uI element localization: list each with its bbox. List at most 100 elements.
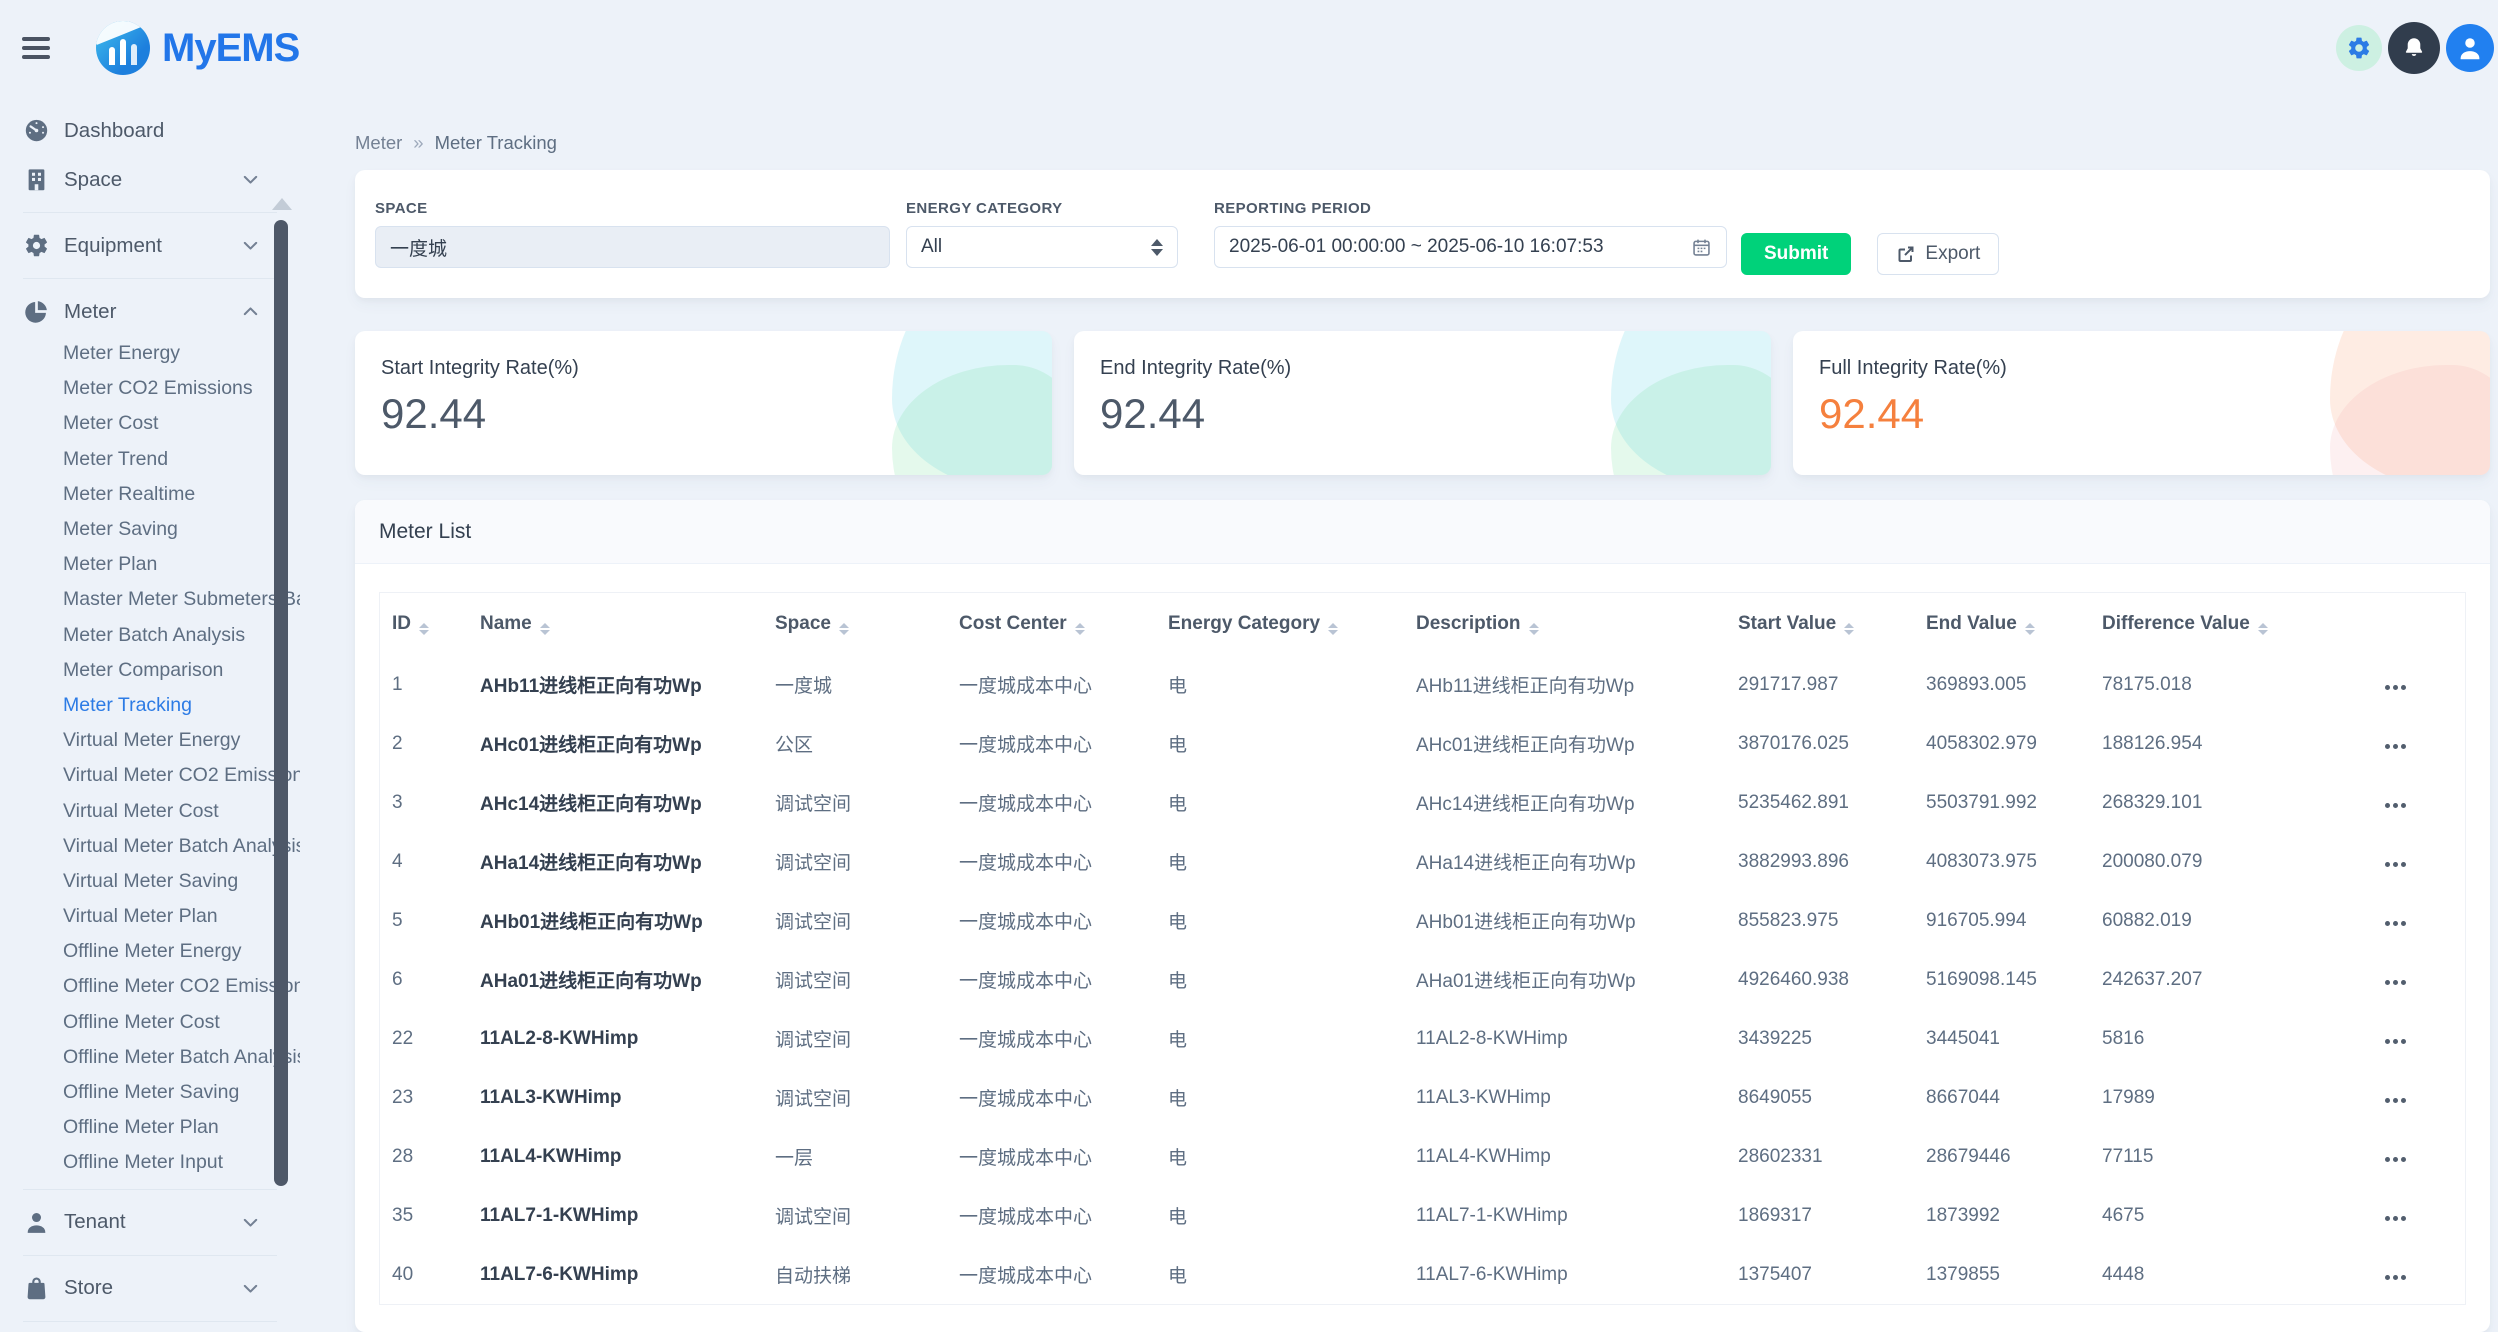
- cell-name: AHc14进线柜正向有功Wp: [468, 773, 763, 832]
- cell-id: 4: [380, 832, 468, 891]
- sidebar-item-label: Meter Plan: [63, 553, 157, 576]
- sidebar-item-virtual-meter-batch-analysis[interactable]: Virtual Meter Batch Analysis: [0, 829, 300, 864]
- column-header-difference-value[interactable]: Difference Value: [2090, 593, 2326, 655]
- column-header-energy-category[interactable]: Energy Category: [1156, 593, 1404, 655]
- space-input-value: 一度城: [390, 234, 447, 261]
- cell-name: 11AL7-6-KWHimp: [468, 1245, 763, 1304]
- sidebar-item-offline-meter-co2-emissions[interactable]: Offline Meter CO2 Emissions: [0, 969, 300, 1004]
- sidebar-item-meter-batch-analysis[interactable]: Meter Batch Analysis: [0, 618, 300, 653]
- sidebar-item-offline-meter-plan[interactable]: Offline Meter Plan: [0, 1110, 300, 1145]
- sidebar-scrollbar-thumb[interactable]: [274, 220, 288, 1186]
- sidebar-item-meter-saving[interactable]: Meter Saving: [0, 512, 300, 547]
- notifications-button[interactable]: [2388, 22, 2440, 74]
- row-actions-ellipsis-icon[interactable]: [2381, 974, 2410, 991]
- column-header-start-value[interactable]: Start Value: [1726, 593, 1914, 655]
- sidebar-scroll-up-icon[interactable]: [272, 198, 292, 210]
- cell-description: AHc14进线柜正向有功Wp: [1404, 773, 1726, 832]
- sidebar-item-meter-co2-emissions[interactable]: Meter CO2 Emissions: [0, 371, 300, 406]
- row-actions-ellipsis-icon[interactable]: [2381, 1033, 2410, 1050]
- table-row: 2311AL3-KWHimp调试空间一度城成本中心电11AL3-KWHimp86…: [380, 1068, 2465, 1127]
- sidebar-item-label: Meter Cost: [63, 412, 158, 435]
- stat-card-full-integrity: Full Integrity Rate(%) 92.44: [1793, 331, 2490, 475]
- sidebar-item-equipment[interactable]: Equipment: [0, 221, 300, 270]
- column-label: Start Value: [1738, 613, 1836, 634]
- sidebar-item-label: Offline Meter Energy: [63, 940, 241, 963]
- cell-cost-center: 一度城成本中心: [947, 891, 1156, 950]
- hamburger-menu-button[interactable]: [22, 35, 56, 61]
- sidebar-item-offline-meter-cost[interactable]: Offline Meter Cost: [0, 1005, 300, 1040]
- cell-start-value: 28602331: [1726, 1127, 1914, 1186]
- column-header-name[interactable]: Name: [468, 593, 763, 655]
- sidebar-item-offline-meter-input[interactable]: Offline Meter Input: [0, 1145, 300, 1180]
- export-button[interactable]: Export: [1877, 233, 1999, 275]
- row-actions-ellipsis-icon[interactable]: [2381, 679, 2410, 696]
- sidebar-item-store[interactable]: Store: [0, 1264, 300, 1313]
- sidebar-item-label: Dashboard: [64, 119, 164, 143]
- cell-energy-category: 电: [1156, 891, 1404, 950]
- chevron-down-icon: [241, 236, 260, 255]
- sidebar-item-virtual-meter-co2-emissions[interactable]: Virtual Meter CO2 Emissions: [0, 758, 300, 793]
- column-header-end-value[interactable]: End Value: [1914, 593, 2090, 655]
- sidebar-item-master-meter-submeters-balance[interactable]: Master Meter Submeters Balance: [0, 582, 300, 617]
- column-header-id[interactable]: ID: [380, 593, 468, 655]
- sidebar-item-label: Virtual Meter Plan: [63, 905, 218, 928]
- sidebar-item-space[interactable]: Space: [0, 155, 300, 204]
- column-label: Cost Center: [959, 613, 1067, 634]
- cell-start-value: 8649055: [1726, 1068, 1914, 1127]
- row-actions-ellipsis-icon[interactable]: [2381, 856, 2410, 873]
- sidebar-item-meter[interactable]: Meter: [0, 287, 300, 336]
- sidebar-item-offline-meter-energy[interactable]: Offline Meter Energy: [0, 934, 300, 969]
- sidebar-item-meter-plan[interactable]: Meter Plan: [0, 547, 300, 582]
- sidebar-item-meter-cost[interactable]: Meter Cost: [0, 406, 300, 441]
- reporting-period-input[interactable]: 2025-06-01 00:00:00 ~ 2025-06-10 16:07:5…: [1214, 226, 1727, 268]
- sidebar-item-label: Meter Tracking: [63, 694, 192, 717]
- sidebar-item-offline-meter-saving[interactable]: Offline Meter Saving: [0, 1075, 300, 1110]
- cell-space: 调试空间: [763, 1186, 947, 1245]
- sidebar-item-meter-realtime[interactable]: Meter Realtime: [0, 477, 300, 512]
- cell-description: 11AL3-KWHimp: [1404, 1068, 1726, 1127]
- row-actions-ellipsis-icon[interactable]: [2381, 1210, 2410, 1227]
- sidebar-item-dashboard[interactable]: Dashboard: [0, 106, 300, 155]
- sidebar-item-meter-tracking[interactable]: Meter Tracking: [0, 688, 300, 723]
- cell-id: 22: [380, 1009, 468, 1068]
- column-header-description[interactable]: Description: [1404, 593, 1726, 655]
- row-actions-ellipsis-icon[interactable]: [2381, 1092, 2410, 1109]
- settings-button[interactable]: [2336, 25, 2382, 71]
- row-actions-ellipsis-icon[interactable]: [2381, 797, 2410, 814]
- row-actions-ellipsis-icon[interactable]: [2381, 738, 2410, 755]
- submit-button[interactable]: Submit: [1741, 233, 1851, 275]
- sidebar-item-offline-meter-batch-analysis[interactable]: Offline Meter Batch Analysis: [0, 1040, 300, 1075]
- cell-end-value: 1379855: [1914, 1245, 2090, 1304]
- sidebar-item-meter-comparison[interactable]: Meter Comparison: [0, 653, 300, 688]
- row-actions-ellipsis-icon[interactable]: [2381, 915, 2410, 932]
- energy-category-select[interactable]: All: [906, 226, 1178, 268]
- sidebar-item-meter-energy[interactable]: Meter Energy: [0, 336, 300, 371]
- table-row: 2211AL2-8-KWHimp调试空间一度城成本中心电11AL2-8-KWHi…: [380, 1009, 2465, 1068]
- space-input[interactable]: 一度城: [375, 226, 890, 268]
- gear-icon: [2346, 35, 2372, 61]
- chevron-up-icon: [241, 302, 260, 321]
- breadcrumb-meter[interactable]: Meter: [355, 132, 402, 154]
- cell-name: 11AL3-KWHimp: [468, 1068, 763, 1127]
- sidebar-item-virtual-meter-saving[interactable]: Virtual Meter Saving: [0, 864, 300, 899]
- sidebar-item-virtual-meter-energy[interactable]: Virtual Meter Energy: [0, 723, 300, 758]
- cell-name: AHb11进线柜正向有功Wp: [468, 655, 763, 714]
- cell-space: 调试空间: [763, 1068, 947, 1127]
- sidebar-item-meter-trend[interactable]: Meter Trend: [0, 442, 300, 477]
- brand-logo[interactable]: MyEMS: [96, 21, 299, 75]
- row-actions-ellipsis-icon[interactable]: [2381, 1269, 2410, 1286]
- calendar-icon[interactable]: [1691, 237, 1712, 258]
- column-header-cost-center[interactable]: Cost Center: [947, 593, 1156, 655]
- sidebar-item-tenant[interactable]: Tenant: [0, 1198, 300, 1247]
- account-button[interactable]: [2446, 24, 2494, 72]
- row-actions-ellipsis-icon[interactable]: [2381, 1151, 2410, 1168]
- sidebar-item-virtual-meter-cost[interactable]: Virtual Meter Cost: [0, 793, 300, 828]
- meter-table-container: IDNameSpace Cost Center Energy CategoryDes…: [379, 592, 2466, 1305]
- column-header-space[interactable]: Space: [763, 593, 947, 655]
- breadcrumb-current: Meter Tracking: [435, 132, 557, 154]
- cell-space: 调试空间: [763, 950, 947, 1009]
- cell-difference-value: 4448: [2090, 1245, 2326, 1304]
- cell-id: 35: [380, 1186, 468, 1245]
- sidebar-item-virtual-meter-plan[interactable]: Virtual Meter Plan: [0, 899, 300, 934]
- cell-description: AHa01进线柜正向有功Wp: [1404, 950, 1726, 1009]
